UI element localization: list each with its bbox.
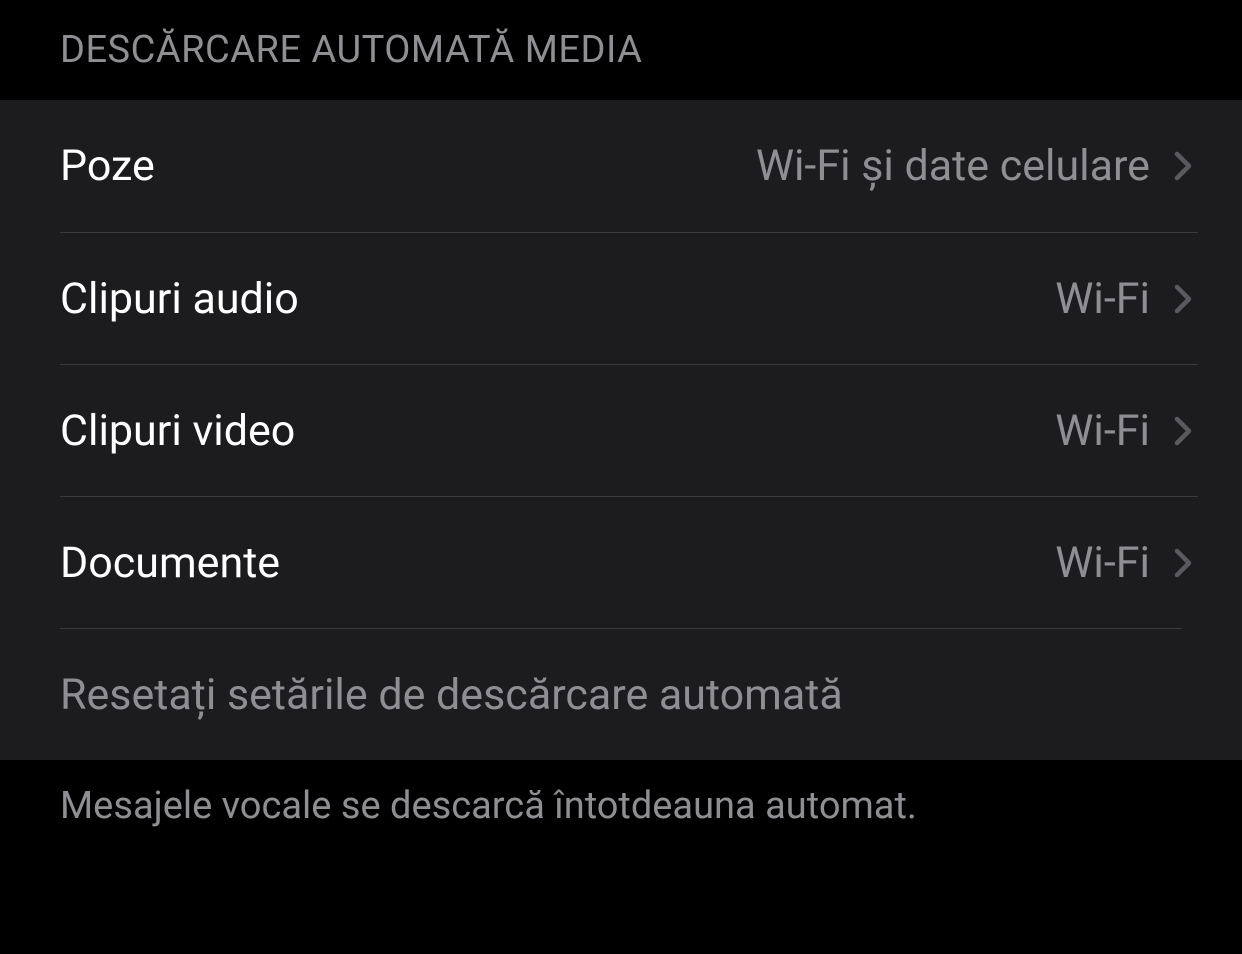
list-item-audio[interactable]: Clipuri audio Wi-Fi [0,232,1242,364]
chevron-right-icon [1168,279,1198,319]
list-item-video[interactable]: Clipuri video Wi-Fi [0,364,1242,496]
item-label: Clipuri video [60,406,295,456]
section-footer: Mesajele vocale se descarcă întotdeauna … [0,760,1242,852]
chevron-right-icon [1168,543,1198,583]
item-value: Wi-Fi și date celulare [756,141,1150,191]
item-value: Wi-Fi [1055,274,1150,324]
item-label: Documente [60,538,280,588]
settings-list: Poze Wi-Fi și date celulare Clipuri audi… [0,100,1242,760]
chevron-right-icon [1168,411,1198,451]
item-value: Wi-Fi [1055,406,1150,456]
item-value: Wi-Fi [1055,538,1150,588]
list-item-reset[interactable]: Resetați setările de descărcare automată [0,628,1242,760]
item-label: Clipuri audio [60,274,299,324]
section-header: DESCĂRCARE AUTOMATĂ MEDIA [0,0,1242,100]
list-item-photos[interactable]: Poze Wi-Fi și date celulare [0,100,1242,232]
chevron-right-icon [1168,146,1198,186]
reset-label: Resetați setările de descărcare automată [60,670,843,720]
list-item-documents[interactable]: Documente Wi-Fi [0,496,1242,628]
item-label: Poze [60,141,155,191]
